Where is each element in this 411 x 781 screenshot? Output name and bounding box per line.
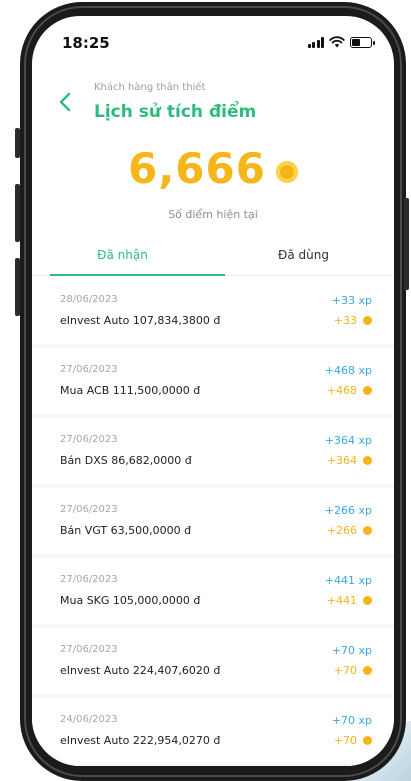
item-description: Mua ACB 111,500,0000 đ xyxy=(60,384,201,397)
coin-icon xyxy=(363,736,372,745)
list-item[interactable]: 27/06/2023 eInvest Auto 224,407,6020 đ +… xyxy=(32,628,394,694)
item-date: 27/06/2023 xyxy=(60,364,118,375)
header-subtitle: Khách hàng thân thiết xyxy=(94,82,206,93)
chevron-left-icon[interactable] xyxy=(56,90,76,114)
item-description: eInvest Auto 222,954,0270 đ xyxy=(60,734,221,747)
item-points-value: +33 xyxy=(333,314,357,327)
item-points-value: +266 xyxy=(326,524,357,537)
coin-icon xyxy=(363,666,372,675)
list-item[interactable]: 27/06/2023 Bán VGT 63,500,0000 đ +266 xp… xyxy=(32,488,394,554)
tab-bar: Đã nhận Đã dùng xyxy=(32,238,394,276)
item-points: +364 xyxy=(327,454,372,467)
item-points-value: +70 xyxy=(333,664,357,677)
list-item[interactable]: 27/06/2023 Bán DXS 86,682,0000 đ +364 xp… xyxy=(32,418,394,484)
item-description: Bán DXS 86,682,0000 đ xyxy=(60,454,192,467)
item-description: Mua SKG 105,000,0000 đ xyxy=(60,594,201,607)
item-date: 27/06/2023 xyxy=(60,504,118,515)
signal-icon xyxy=(307,36,324,48)
item-points: +70 xyxy=(334,664,372,677)
tab-used[interactable]: Đã dùng xyxy=(213,248,394,262)
coin-icon xyxy=(363,596,372,605)
item-points: +468 xyxy=(327,384,372,397)
tab-indicator xyxy=(50,274,225,276)
item-date: 28/06/2023 xyxy=(60,294,118,305)
page-title: Lịch sử tích điểm xyxy=(94,102,257,122)
coin-icon xyxy=(363,386,372,395)
item-date: 27/06/2023 xyxy=(60,434,118,445)
points-summary: 6,666 xyxy=(32,144,394,193)
item-description: Bán VGT 63,500,0000 đ xyxy=(60,524,192,537)
coin-icon xyxy=(363,526,372,535)
status-time: 18:25 xyxy=(62,34,110,52)
status-bar: 18:25 xyxy=(32,16,394,60)
battery-icon xyxy=(350,36,375,48)
wifi-icon xyxy=(329,36,345,48)
item-description: eInvest Auto 107,834,3800 đ xyxy=(60,314,221,327)
item-xp: +441 xp xyxy=(324,574,372,587)
item-points: +33 xyxy=(334,314,372,327)
coin-icon xyxy=(275,160,298,183)
item-xp: +266 xp xyxy=(324,504,372,517)
list-item[interactable]: 27/06/2023 Mua ACB 111,500,0000 đ +468 x… xyxy=(32,348,394,414)
coin-icon xyxy=(363,316,372,325)
tab-received[interactable]: Đã nhận xyxy=(32,248,213,262)
item-points: +266 xyxy=(327,524,372,537)
item-date: 27/06/2023 xyxy=(60,644,118,655)
item-xp: +33 xp xyxy=(331,294,372,307)
item-points-value: +468 xyxy=(326,384,357,397)
history-list: 28/06/2023 eInvest Auto 107,834,3800 đ +… xyxy=(32,278,394,766)
item-description: eInvest Auto 224,407,6020 đ xyxy=(60,664,221,677)
status-icons xyxy=(307,36,375,48)
list-item[interactable]: 27/06/2023 Mua SKG 105,000,0000 đ +441 x… xyxy=(32,558,394,624)
volume-down-button xyxy=(15,258,20,316)
volume-up-button xyxy=(15,184,20,242)
item-points: +70 xyxy=(334,734,372,747)
item-date: 27/06/2023 xyxy=(60,574,118,585)
power-button xyxy=(404,198,409,290)
item-points-value: +364 xyxy=(326,454,357,467)
points-label: Số điểm hiện tại xyxy=(168,208,258,221)
item-xp: +468 xp xyxy=(324,364,372,377)
app-screen: 18:25 Khách hàng thân thiết Lịch sử tích… xyxy=(32,16,394,766)
points-value: 6,666 xyxy=(128,144,266,193)
item-date: 24/06/2023 xyxy=(60,714,118,725)
list-item[interactable]: 28/06/2023 eInvest Auto 107,834,3800 đ +… xyxy=(32,278,394,344)
mute-switch xyxy=(15,128,20,158)
item-xp: +70 xp xyxy=(331,644,372,657)
item-points-value: +441 xyxy=(326,594,357,607)
item-points-value: +70 xyxy=(333,734,357,747)
item-xp: +70 xp xyxy=(331,714,372,727)
item-points: +441 xyxy=(327,594,372,607)
item-xp: +364 xp xyxy=(324,434,372,447)
list-item[interactable]: 24/06/2023 eInvest Auto 222,954,0270 đ +… xyxy=(32,698,394,764)
coin-icon xyxy=(363,456,372,465)
